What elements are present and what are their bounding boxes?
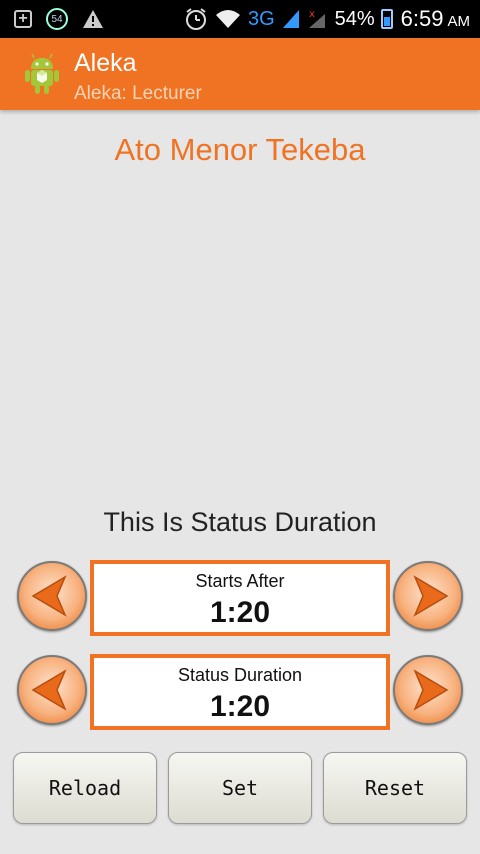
- reload-button[interactable]: Reload: [13, 752, 157, 824]
- plus-box-icon: +: [14, 10, 32, 28]
- app-subtitle: Aleka: Lecturer: [74, 83, 202, 104]
- svg-text:x: x: [309, 9, 315, 20]
- clock-ampm: AM: [447, 13, 471, 30]
- timer-value: 1:20: [209, 596, 271, 629]
- alarm-icon: [185, 8, 206, 30]
- starts-after-decrement-button[interactable]: [17, 561, 87, 631]
- status-duration-increment-button[interactable]: [393, 655, 463, 725]
- section-title: This Is Status Duration: [103, 507, 377, 537]
- no-signal-icon: x: [308, 9, 325, 28]
- app-title: Aleka: [74, 49, 137, 77]
- status-duration-decrement-button[interactable]: [17, 655, 87, 725]
- warning-icon: [83, 10, 103, 28]
- battery-icon: [380, 9, 393, 29]
- battery-percent: 54%: [334, 7, 375, 30]
- reset-button[interactable]: Reset: [323, 752, 467, 824]
- wifi-icon: [215, 10, 240, 28]
- status-duration-box: Status Duration 1:20: [90, 654, 390, 730]
- chevron-right-icon: [413, 575, 449, 617]
- chevron-left-icon: [31, 669, 67, 711]
- notification-badge-count: 54: [51, 13, 63, 25]
- badge-icon: 54: [46, 8, 68, 30]
- action-bar: Aleka Aleka: Lecturer: [0, 38, 480, 110]
- android-icon[interactable]: [22, 53, 62, 95]
- signal-icon: [282, 10, 299, 28]
- status-bar: + 54 3G x 54% 6:59 AM: [0, 0, 480, 38]
- chevron-right-icon: [413, 669, 449, 711]
- clock: 6:59 AM: [401, 6, 470, 32]
- starts-after-box: Starts After 1:20: [90, 560, 390, 636]
- status-bar-left: + 54: [14, 8, 118, 30]
- clock-time: 6:59: [400, 6, 444, 31]
- timer-label: Starts After: [195, 571, 285, 591]
- timer-value: 1:20: [209, 690, 271, 723]
- status-bar-right: 3G x 54% 6:59 AM: [178, 6, 470, 32]
- set-button[interactable]: Set: [168, 752, 312, 824]
- starts-after-increment-button[interactable]: [393, 561, 463, 631]
- lecturer-name: Ato Menor Tekeba: [114, 132, 366, 167]
- timer-label: Status Duration: [177, 665, 303, 685]
- chevron-left-icon: [31, 575, 67, 617]
- network-type: 3G: [247, 7, 275, 30]
